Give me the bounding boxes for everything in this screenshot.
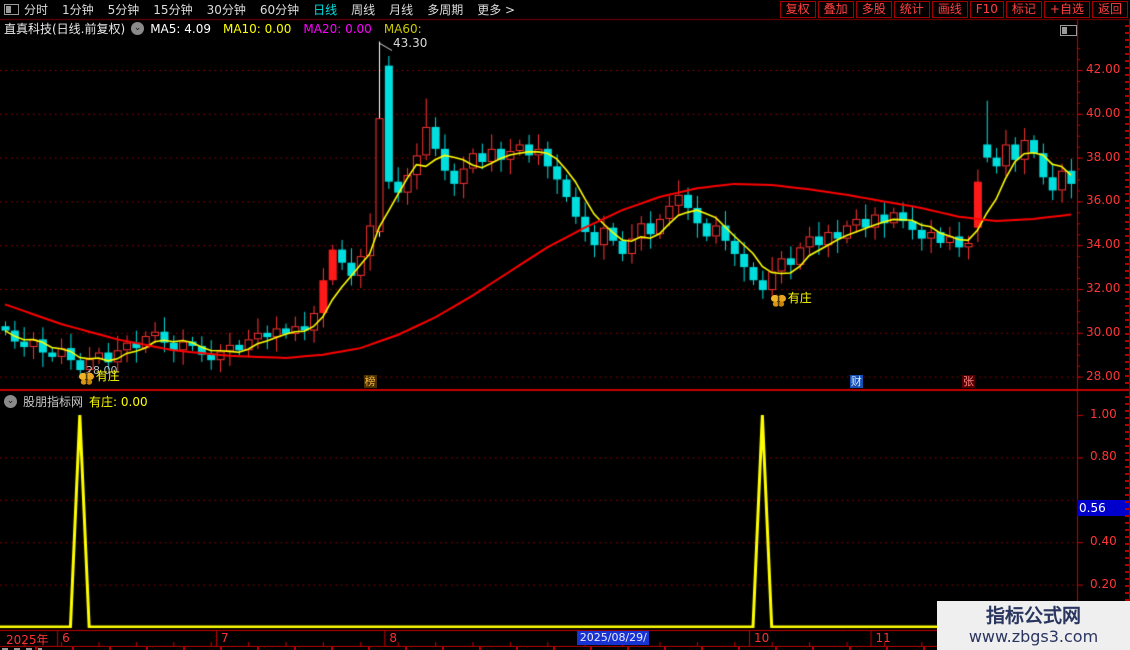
signal-label: 有庄 [787,290,812,305]
indicator-name-value: 有庄: 0.00 [89,395,148,409]
main-chart-header: 直真科技(日线.前复权) ⌄ MA5: 4.09 MA10: 0.00 MA20: … [4,21,422,37]
main-y-label: 40.00 [1086,105,1121,120]
action-button-6[interactable]: 标记 [1005,1,1042,18]
period-item-0[interactable]: 分时 [24,1,48,18]
month-label-8: 8 [389,631,397,645]
action-button-8[interactable]: 返回 [1091,1,1128,18]
main-y-label: 28.00 [1086,368,1121,383]
background-char: 张 [962,375,976,388]
trading-app-window: 分时 1分钟 5分钟 15分钟 30分钟 60分钟 日线 周线 月线 多周期 更多 > 复权 叠加 多股… [0,0,1130,650]
sub-y-label: 1.00 [1090,407,1117,421]
sub-y-label: 0.40 [1090,534,1117,549]
ma-label-1: MA10: 0.00 [222,21,292,36]
watermark-title: 指标公式网 [985,605,1081,627]
high-price-annotation: 43.30 [393,36,428,50]
action-button-4[interactable]: 画线 [931,1,968,18]
background-char: 榜 [363,375,377,388]
butterfly-signal-icon [770,293,787,311]
action-button-0[interactable]: 复权 [779,1,816,18]
top-toolbar: 分时 1分钟 5分钟 15分钟 30分钟 60分钟 日线 周线 月线 多周期 更多 > 复权 叠加 多股… [0,0,1130,19]
period-item-5[interactable]: 60分钟 [260,1,299,18]
restore-window-icon[interactable] [1060,25,1077,36]
main-y-label: 36.00 [1086,193,1121,208]
main-y-label: 30.00 [1086,324,1121,339]
action-button-2[interactable]: 多股 [855,1,892,18]
period-item-8[interactable]: 月线 [389,1,413,18]
month-label-11: 11 [875,631,891,645]
main-y-label: 34.00 [1086,237,1121,252]
butterfly-signal-icon [78,371,95,389]
period-item-1[interactable]: 1分钟 [62,1,94,18]
main-y-label: 42.00 [1086,62,1121,76]
site-watermark: 指标公式网 www.zbgs3.com [937,601,1130,650]
period-menu: 分时 1分钟 5分钟 15分钟 30分钟 60分钟 日线 周线 月线 多周期 更多 > [24,1,515,18]
sub-chart-header: ⌄ 股朋指标网 有庄: 0.00 [4,394,148,409]
sub-y-label: 0.20 [1090,576,1117,591]
background-char: 财 [849,375,863,388]
selected-date-label: 2025/08/29/五 [577,631,650,650]
current-value-badge: 0.56 [1077,500,1130,517]
main-y-label: 38.00 [1086,149,1121,164]
month-label-7: 7 [221,631,229,645]
action-button-7[interactable]: +自选 [1043,1,1090,18]
watermark-url: www.zbgs3.com [968,627,1099,646]
collapse-sub-panel-icon[interactable]: ⌄ [4,395,17,408]
action-button-1[interactable]: 叠加 [817,1,854,18]
indicator-source: 股朋指标网 [23,395,84,409]
period-item-7[interactable]: 周线 [351,1,375,18]
window-split-icon[interactable] [4,4,19,15]
ma-label-2: MA20: 0.00 [303,21,372,36]
stock-title: 直真科技(日线.前复权) [4,22,126,36]
month-label-10: 10 [754,631,770,645]
signal-label: 有庄 [95,368,120,383]
action-button-5[interactable]: F10 [969,1,1004,18]
period-item-9[interactable]: 多周期 [427,1,463,18]
collapse-main-panel-icon[interactable]: ⌄ [131,22,145,35]
period-item-4[interactable]: 30分钟 [207,1,246,18]
ma-label-3: MA60: [383,21,422,36]
main-y-label: 32.00 [1086,281,1121,295]
ma-values-row: MA5: 4.09 MA10: 0.00 MA20: 0.00 MA60: [150,22,422,36]
period-item-2[interactable]: 5分钟 [108,1,140,18]
year-label: 2025年 [6,633,49,647]
toolbar-actions: 复权 叠加 多股 统计 画线 F10 标记 +自选 返回 [779,1,1128,18]
action-button-3[interactable]: 统计 [893,1,930,18]
sub-y-label: 0.80 [1090,449,1117,464]
chart-canvas[interactable] [0,0,1130,650]
period-item-3[interactable]: 15分钟 [153,1,192,18]
period-item-10[interactable]: 更多 > [477,1,515,18]
period-item-6[interactable]: 日线 [313,1,337,18]
ma-label-0: MA5: 4.09 [150,21,211,36]
month-label-6: 6 [62,631,70,645]
